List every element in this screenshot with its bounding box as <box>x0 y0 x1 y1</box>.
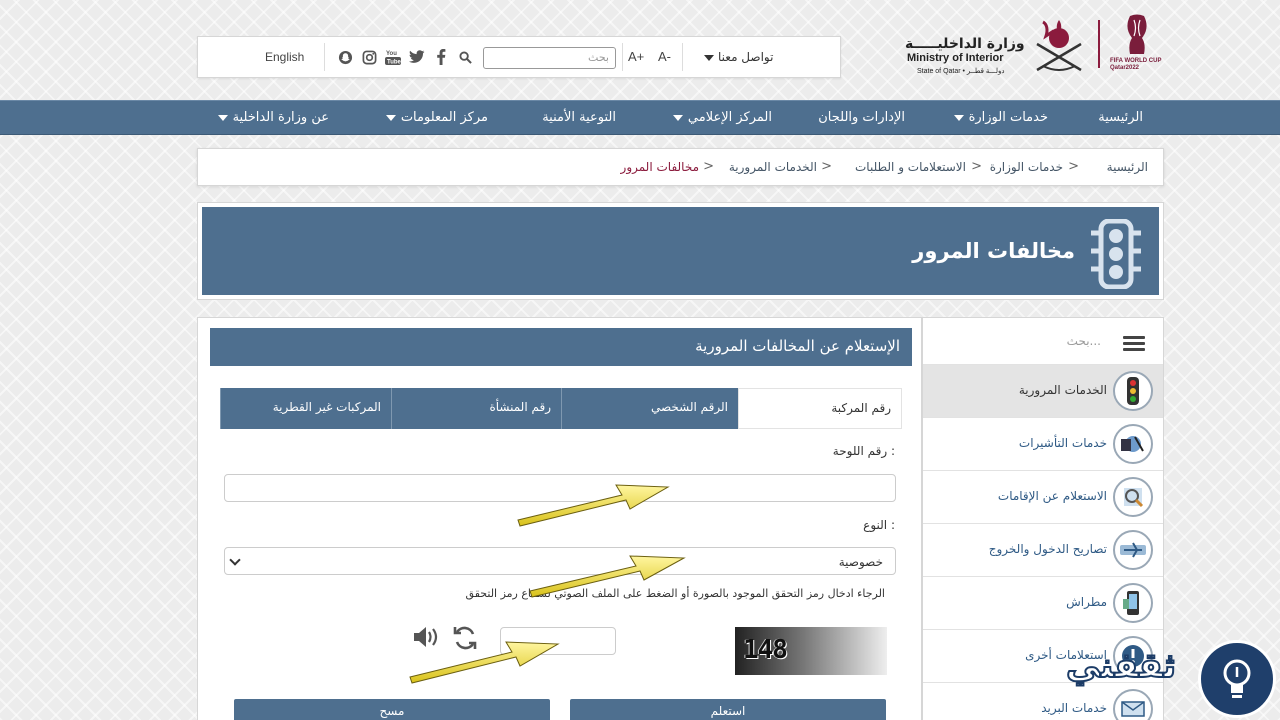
captcha-code: 148 <box>743 635 788 665</box>
captcha-input[interactable] <box>500 627 616 655</box>
instagram-icon[interactable] <box>360 48 378 66</box>
sidebar-item-traffic-services[interactable]: الخدمات المرورية <box>923 365 1163 418</box>
nav-item-security-awareness[interactable]: التوعية الأمنية <box>542 110 616 125</box>
sidebar-item-entry-exit-permits[interactable]: تصاريح الدخول والخروج <box>923 524 1163 577</box>
inquiry-form-panel: الإستعلام عن المخالفات المرورية رقم المر… <box>197 317 922 720</box>
divider <box>324 43 325 71</box>
sidebar-item-residency-inquiry[interactable]: الاستعلام عن الإقامات <box>923 471 1163 524</box>
facebook-icon[interactable] <box>432 48 450 66</box>
page-title: مخالفات المرور <box>912 239 1075 263</box>
breadcrumb-separator: > <box>1068 159 1079 174</box>
breadcrumb-current: مخالفات المرور <box>620 160 699 174</box>
font-decrease-button[interactable]: A- <box>658 49 671 64</box>
sidebar-item-metrash[interactable]: مطراش <box>923 577 1163 630</box>
sidebar-search[interactable]: بحث... <box>923 318 1163 365</box>
site-header: English You Tube بحث A+ A- تواصل معنا وز… <box>0 0 1280 100</box>
submit-button[interactable]: استعلم <box>570 699 886 720</box>
tab-vehicle-number[interactable]: رقم المركبة <box>738 388 902 429</box>
top-utility-bar: English You Tube بحث A+ A- تواصل معنا <box>197 36 841 78</box>
font-size-controls: A+ A- <box>628 49 671 64</box>
breadcrumb-home[interactable]: الرئيسية <box>1107 160 1148 174</box>
breadcrumb-ministry-services[interactable]: خدمات الوزارة <box>990 160 1063 174</box>
nav-item-departments[interactable]: الإدارات واللجان <box>818 110 905 125</box>
sidebar-search-input[interactable]: بحث... <box>1067 334 1101 348</box>
menu-icon[interactable] <box>1123 336 1145 352</box>
breadcrumb-separator: > <box>703 159 714 174</box>
form-title: الإستعلام عن المخالفات المرورية <box>210 328 912 366</box>
banner-background: مخالفات المرور <box>202 207 1159 295</box>
language-link[interactable]: English <box>265 50 304 64</box>
captcha-image: 148 <box>735 627 887 675</box>
chevron-down-icon <box>229 554 241 566</box>
caret-down-icon <box>953 114 964 121</box>
state-of-qatar-label: State of Qatar • دولـــة قطــر <box>917 68 1005 75</box>
logo-divider <box>1098 20 1100 68</box>
vehicle-type-value: خصوصية <box>838 555 883 569</box>
caret-down-icon <box>385 114 396 121</box>
ministry-name-ar: وزارة الداخليـــــة <box>905 36 1025 52</box>
divider <box>622 43 623 71</box>
residency-icon <box>1113 477 1153 517</box>
nav-item-home[interactable]: الرئيسية <box>1098 110 1143 125</box>
fifa-trophy-icon <box>1127 14 1147 54</box>
breadcrumb-separator: > <box>971 159 982 174</box>
refresh-icon[interactable] <box>451 625 479 651</box>
divider <box>682 43 683 71</box>
clear-button[interactable]: مسح <box>234 699 550 720</box>
snapchat-icon[interactable] <box>336 48 354 66</box>
nav-item-info-center[interactable]: مركز المعلومات <box>385 110 488 125</box>
tab-personal-id[interactable]: الرقم الشخصي <box>561 388 738 429</box>
sidebar-item-visa-services[interactable]: خدمات التأشيرات <box>923 418 1163 471</box>
page-banner: مخالفات المرور <box>197 202 1164 300</box>
vehicle-type-select[interactable]: خصوصية <box>224 547 896 575</box>
twitter-icon[interactable] <box>408 48 426 66</box>
nav-item-ministry-services[interactable]: خدمات الوزارة <box>953 110 1048 125</box>
breadcrumb: الرئيسية > خدمات الوزارة > الاستعلامات و… <box>197 148 1164 186</box>
caret-down-icon <box>672 114 683 121</box>
contact-dropdown[interactable]: تواصل معنا <box>704 50 773 64</box>
fifa-world-cup-label: FIFA WORLD CUP Qatar2022 <box>1110 58 1162 71</box>
breadcrumb-traffic-services[interactable]: الخدمات المرورية <box>729 160 817 174</box>
site-watermark: ثقفني <box>1058 640 1280 720</box>
traffic-light-icon <box>1113 371 1153 411</box>
main-navigation: الرئيسية خدمات الوزارة الإدارات واللجان … <box>0 100 1280 135</box>
nav-item-about-ministry[interactable]: عن وزارة الداخلية <box>217 110 329 125</box>
captcha-hint: الرجاء ادخال رمز التحقق الموجود بالصورة … <box>465 587 885 600</box>
ministry-logo[interactable]: وزارة الداخليـــــة Ministry of Interior… <box>905 14 1175 80</box>
audio-captcha-icon[interactable] <box>412 625 440 649</box>
search-input[interactable]: بحث <box>483 47 616 69</box>
search-icon[interactable] <box>456 48 474 66</box>
tab-establishment-number[interactable]: رقم المنشأة <box>391 388 561 429</box>
phone-icon <box>1113 583 1153 623</box>
breadcrumb-separator: > <box>821 159 832 174</box>
nav-item-media-center[interactable]: المركز الإعلامي <box>672 110 772 125</box>
caret-down-icon <box>217 114 228 121</box>
inquiry-tabs: رقم المركبة الرقم الشخصي رقم المنشأة الم… <box>220 388 902 429</box>
watermark-text: ثقفني <box>1065 645 1178 687</box>
contact-label: تواصل معنا <box>718 50 774 64</box>
passport-icon <box>1113 424 1153 464</box>
traffic-light-icon <box>1091 219 1141 289</box>
caret-down-icon <box>704 54 714 61</box>
plate-number-input[interactable] <box>224 474 896 502</box>
youtube-icon[interactable]: You Tube <box>384 48 402 66</box>
tab-non-qatari-vehicles[interactable]: المركبات غير القطرية <box>220 388 391 429</box>
breadcrumb-inquiries[interactable]: الاستعلامات و الطلبات <box>855 160 966 174</box>
lightbulb-icon <box>1198 640 1276 718</box>
ministry-name-en: Ministry of Interior <box>907 52 1004 64</box>
font-increase-button[interactable]: A+ <box>628 49 644 64</box>
vehicle-type-label: النوع : <box>863 518 895 532</box>
emblem-icon <box>1036 20 1082 72</box>
airplane-icon <box>1113 530 1153 570</box>
svg-text:Tube: Tube <box>387 60 401 66</box>
svg-text:You: You <box>386 51 397 57</box>
plate-number-label: رقم اللوحة : <box>832 444 895 458</box>
